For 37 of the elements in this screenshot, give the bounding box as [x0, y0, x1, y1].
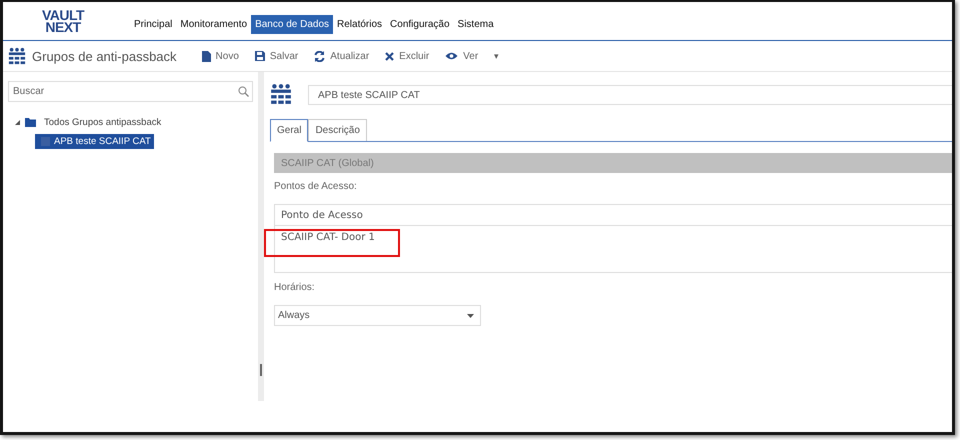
tree-item[interactable]: Todos Grupos antipassback: [41, 115, 164, 130]
collapse-arrow-icon[interactable]: [15, 120, 20, 125]
tree-item[interactable]: APB teste SCAIIP CAT: [35, 134, 154, 149]
table-cell[interactable]: SCAIIP CAT- Door 1: [281, 232, 375, 243]
name-field[interactable]: APB teste SCAIIP CAT: [308, 85, 952, 105]
nav-menu-item[interactable]: Sistema: [454, 14, 498, 34]
logo-text: VAULT: [42, 9, 84, 21]
refresh-icon: [314, 50, 326, 62]
nav-menu-item[interactable]: Monitoramento: [176, 14, 252, 34]
field-label: Pontos de Acesso:: [274, 181, 358, 192]
nav-menu-item[interactable]: Banco de Dados: [251, 14, 334, 34]
caret-icon: [467, 314, 474, 318]
nav-menu-item[interactable]: Relatórios: [333, 14, 386, 34]
save-icon: [254, 51, 265, 61]
splitter-handle[interactable]: [260, 364, 262, 376]
folder-icon: [25, 118, 36, 127]
tab[interactable]: Geral: [270, 119, 308, 142]
search-field[interactable]: Buscar: [8, 81, 253, 102]
view-button[interactable]: Ver: [442, 48, 482, 64]
nav-menu-item[interactable]: Configuração: [386, 14, 454, 34]
eye-icon: [445, 52, 458, 60]
search-icon: [238, 86, 249, 97]
section-bar: SCAIIP CAT (Global): [274, 153, 952, 173]
schedule-select[interactable]: Always: [274, 305, 481, 326]
field-label: Horários:: [274, 282, 316, 293]
delete-button[interactable]: Excluir: [382, 48, 432, 64]
page-title: Grupos de anti-passback: [32, 48, 177, 64]
logo-text: NEXT: [45, 21, 81, 33]
nav-menu-item[interactable]: Principal: [130, 14, 176, 34]
new-button[interactable]: Novo: [198, 48, 242, 64]
file-icon: [202, 50, 211, 62]
save-button[interactable]: Salvar: [252, 48, 302, 64]
close-icon: [385, 52, 394, 60]
dropdown-button[interactable]: ▾: [491, 48, 502, 64]
column-header: Ponto de Acesso: [275, 205, 952, 226]
refresh-button[interactable]: Atualizar: [311, 48, 372, 64]
tab[interactable]: Descrição: [308, 119, 367, 141]
